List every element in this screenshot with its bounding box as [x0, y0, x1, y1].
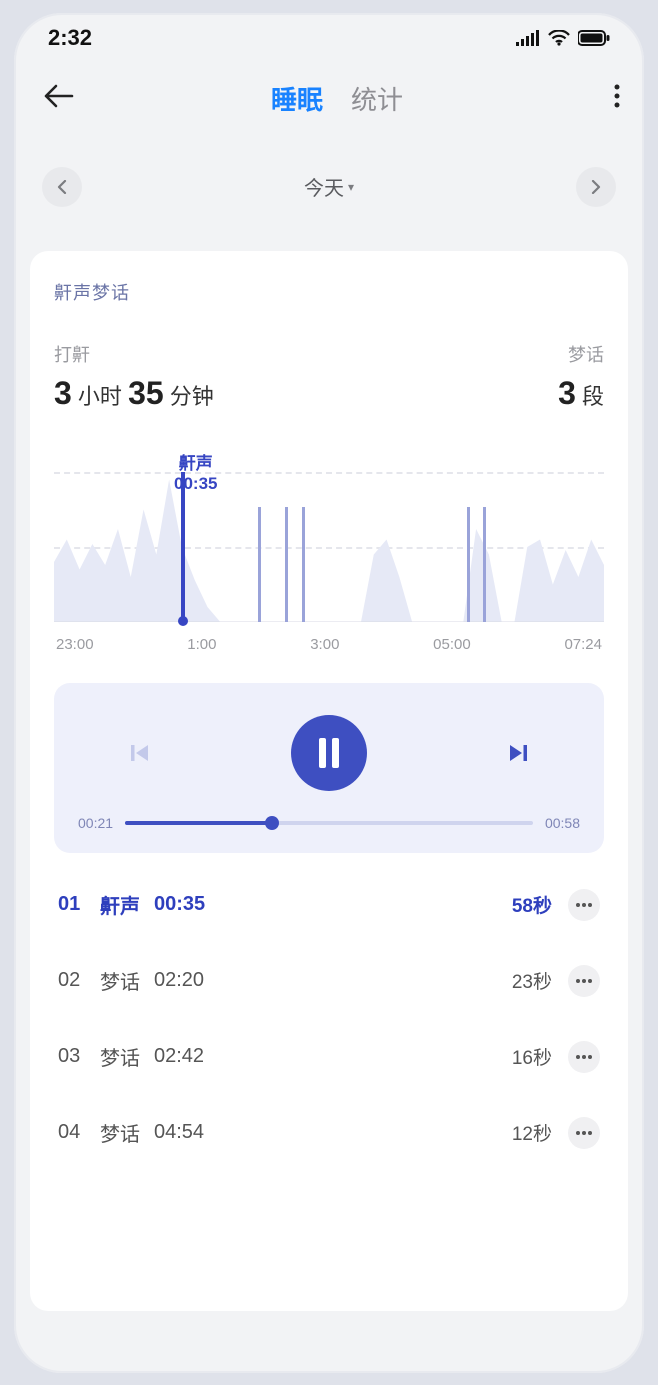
row-more-button[interactable]: [568, 1117, 600, 1149]
talk-label: 梦话: [558, 341, 604, 367]
talk-unit: 段: [582, 384, 604, 409]
more-horizontal-icon: [576, 979, 592, 983]
row-time: 02:42: [154, 1045, 204, 1068]
date-picker[interactable]: 今天 ▾: [304, 172, 354, 201]
playhead-cursor[interactable]: [181, 472, 185, 622]
talk-metric: 梦话 3 段: [558, 341, 604, 412]
recording-row[interactable]: 01鼾声 00:35 58秒: [54, 867, 604, 943]
chart-area: [54, 472, 604, 622]
battery-icon: [578, 30, 610, 46]
talk-value: 3 段: [558, 375, 604, 412]
row-index: 01: [58, 893, 100, 916]
date-selector: 今天 ▾: [14, 135, 644, 233]
row-duration: 12秒: [512, 1119, 552, 1146]
row-index: 03: [58, 1045, 100, 1068]
total-time: 00:58: [545, 815, 580, 831]
event-bar: [285, 507, 288, 622]
phone-frame: 2:32 睡眠 统计 今天: [14, 13, 644, 1373]
x-tick: 05:00: [433, 636, 471, 653]
signal-icon: [516, 30, 540, 46]
nav-bar: 睡眠 统计: [14, 63, 644, 135]
row-more-button[interactable]: [568, 889, 600, 921]
more-vertical-icon: [614, 84, 620, 108]
menu-button[interactable]: [590, 84, 620, 113]
more-horizontal-icon: [576, 903, 592, 907]
more-horizontal-icon: [576, 1055, 592, 1059]
row-type: 梦话: [100, 1042, 140, 1071]
card-title: 鼾声梦话: [54, 279, 604, 305]
prev-day-button[interactable]: [42, 167, 82, 207]
snore-minutes: 35: [128, 375, 164, 411]
recordings-list: 01鼾声00:3558秒02梦话02:2023秒03梦话02:4216秒04梦话…: [54, 867, 604, 1171]
talk-count: 3: [558, 375, 576, 411]
row-duration: 23秒: [512, 967, 552, 994]
chevron-left-icon: [56, 180, 68, 194]
progress-thumb: [265, 816, 279, 830]
tab-sleep[interactable]: 睡眠: [271, 80, 323, 117]
snore-card: 鼾声梦话 打鼾 3 小时 35 分钟 梦话 3 段: [30, 251, 628, 1311]
back-button[interactable]: [44, 84, 84, 113]
row-type: 梦话: [100, 966, 140, 995]
metrics: 打鼾 3 小时 35 分钟 梦话 3 段: [54, 341, 604, 412]
row-time: 00:35: [154, 893, 205, 916]
progress-bar[interactable]: [125, 821, 533, 825]
elapsed-time: 00:21: [78, 815, 113, 831]
chart-canvas: [54, 472, 604, 622]
row-duration: 16秒: [512, 1043, 552, 1070]
x-tick: 23:00: [56, 636, 94, 653]
chart[interactable]: 鼾声 00:35 23:001:003:0005:0007:24: [54, 472, 604, 653]
progress-fill: [125, 821, 272, 825]
row-type: 梦话: [100, 1118, 140, 1147]
row-time: 04:54: [154, 1121, 204, 1144]
x-tick: 1:00: [187, 636, 216, 653]
event-bar: [302, 507, 305, 622]
event-bar: [258, 507, 261, 622]
row-index: 02: [58, 969, 100, 992]
recording-row[interactable]: 04梦话 04:54 12秒: [54, 1095, 604, 1171]
chevron-right-icon: [590, 180, 602, 194]
status-icons: [516, 30, 610, 46]
event-bar: [483, 507, 486, 622]
caret-down-icon: ▾: [348, 180, 354, 194]
date-label: 今天: [304, 172, 344, 201]
back-arrow-icon: [44, 84, 74, 108]
event-bar: [467, 507, 470, 622]
next-track-button[interactable]: [500, 735, 536, 771]
row-time: 02:20: [154, 969, 204, 992]
row-index: 04: [58, 1121, 100, 1144]
tab-stats[interactable]: 统计: [351, 80, 403, 117]
snore-label: 打鼾: [54, 341, 214, 367]
x-tick: 3:00: [310, 636, 339, 653]
play-pause-button[interactable]: [291, 715, 367, 791]
snore-metric: 打鼾 3 小时 35 分钟: [54, 341, 214, 412]
row-duration: 58秒: [512, 891, 552, 918]
skip-next-icon: [506, 741, 530, 765]
snore-hours-unit: 小时: [78, 384, 122, 409]
snore-value: 3 小时 35 分钟: [54, 375, 214, 412]
more-horizontal-icon: [576, 1131, 592, 1135]
prev-track-button[interactable]: [122, 735, 158, 771]
snore-minutes-unit: 分钟: [170, 384, 214, 409]
row-more-button[interactable]: [568, 965, 600, 997]
recording-row[interactable]: 03梦话 02:42 16秒: [54, 1019, 604, 1095]
status-bar: 2:32: [14, 13, 644, 63]
snore-hours: 3: [54, 375, 72, 411]
recording-row[interactable]: 02梦话 02:20 23秒: [54, 943, 604, 1019]
pause-icon: [316, 738, 342, 768]
skip-previous-icon: [128, 741, 152, 765]
wifi-icon: [548, 30, 570, 46]
row-more-button[interactable]: [568, 1041, 600, 1073]
audio-player: 00:21 00:58: [54, 683, 604, 853]
x-tick: 07:24: [564, 636, 602, 653]
row-type: 鼾声: [100, 890, 140, 919]
chart-x-axis: 23:00 1:00 3:00 05:00 07:24: [54, 636, 604, 653]
status-time: 2:32: [48, 25, 92, 51]
progress-row: 00:21 00:58: [78, 815, 580, 831]
next-day-button[interactable]: [576, 167, 616, 207]
